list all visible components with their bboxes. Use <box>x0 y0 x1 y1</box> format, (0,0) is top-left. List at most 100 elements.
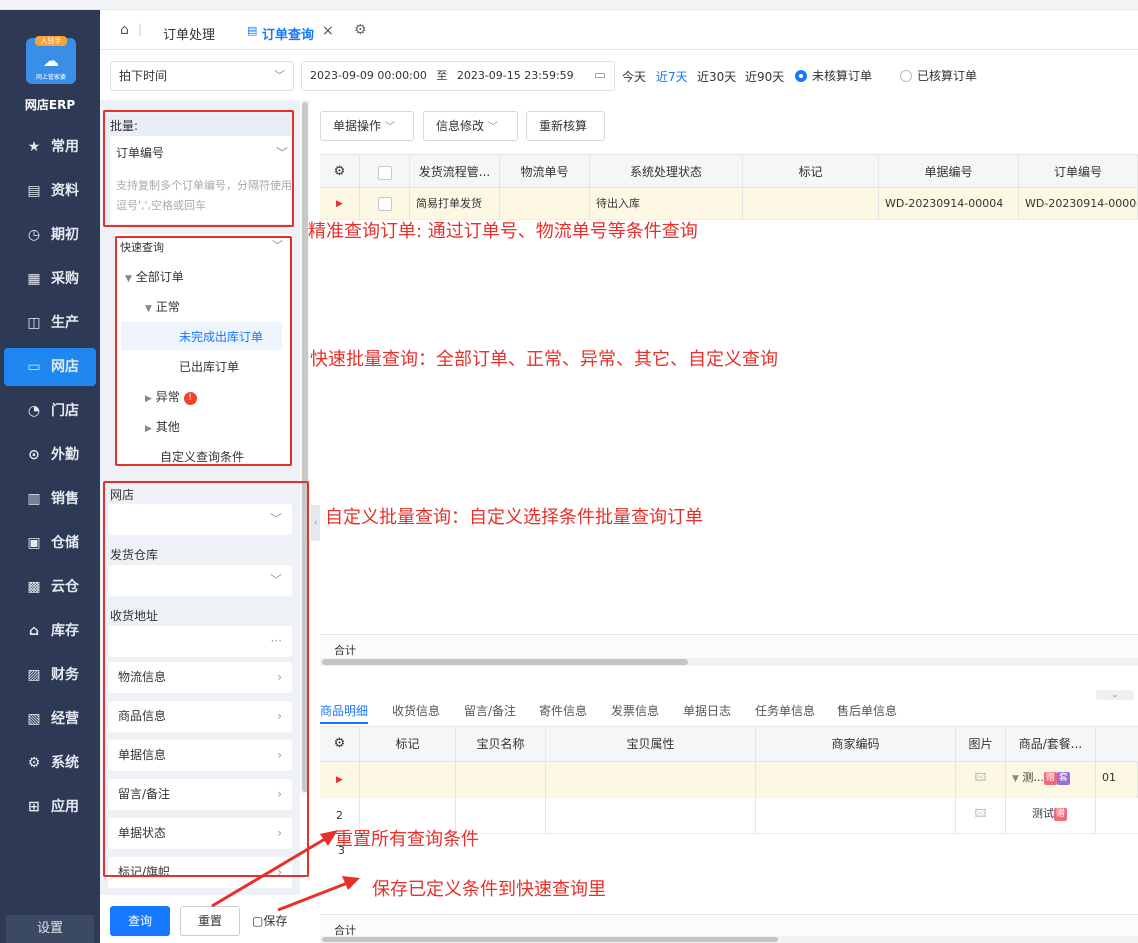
caret-down-icon: ▼ <box>1012 774 1019 784</box>
nav-item-11[interactable]: ⌂ 库存 <box>0 612 100 650</box>
tab-order-processing[interactable]: 订单处理 <box>163 24 215 43</box>
annotation-arrows <box>211 830 360 912</box>
detail-tab-0[interactable]: 商品明细 <box>320 702 368 719</box>
date-start: 2023-09-09 00:00:00 <box>310 69 427 82</box>
tab-order-query[interactable]: 订单查询 <box>262 24 314 43</box>
nav-item-12[interactable]: ▨ 财务 <box>0 656 100 694</box>
detail-tab-6[interactable]: 任务单信息 <box>755 702 815 719</box>
detail-tab-5[interactable]: 单据日志 <box>683 702 731 719</box>
nav-item-14[interactable]: ⚙ 系统 <box>0 744 100 782</box>
quick-today[interactable]: 今天 <box>622 68 646 85</box>
detail-tab-4[interactable]: 发票信息 <box>611 702 659 719</box>
date-range-picker[interactable]: 2023-09-09 00:00:00 至 2023-09-15 23:59:5… <box>301 61 615 91</box>
app-logo: 入驻手 ☁ 网上管家婆 <box>26 36 76 84</box>
detail-tab-1[interactable]: 收货信息 <box>392 702 440 719</box>
column-header[interactable]: 系统处理状态 <box>590 155 743 189</box>
detail-tab-3[interactable]: 寄件信息 <box>539 702 587 719</box>
detail-cell-name <box>456 762 546 798</box>
select-all-checkbox[interactable] <box>360 155 410 189</box>
cell-doc-no: WD-20230914-00004 <box>879 188 1019 220</box>
logo-subtitle: 网上管家婆 <box>35 74 66 81</box>
tab-settings-icon[interactable]: ⚙ <box>354 22 367 38</box>
nav-item-0[interactable]: ★ 常用 <box>0 128 100 166</box>
checkbox-icon <box>377 165 392 180</box>
detail-hscroll-thumb[interactable] <box>322 937 778 942</box>
nav-item-10[interactable]: ▩ 云仓 <box>0 568 100 606</box>
nav-item-label: 常用 <box>51 139 79 155</box>
table-row[interactable]: ▶ 简易打单发货 待出入库 WD-20230914-00004 WD-20230… <box>320 188 1138 220</box>
grid-body-empty <box>320 220 1138 634</box>
column-header[interactable]: 物流单号 <box>500 155 590 189</box>
detail-column-header[interactable]: 商品/套餐... <box>1006 727 1096 762</box>
column-settings-icon[interactable]: ⚙ <box>320 155 360 189</box>
fieldwork-icon: ⊙ <box>28 447 40 463</box>
product-name: 测试 <box>1032 807 1054 820</box>
time-type-value: 拍下时间 <box>119 69 168 83</box>
splitter-toggle[interactable]: ⌄ <box>1096 690 1134 700</box>
nav-item-1[interactable]: ▤ 资料 <box>0 172 100 210</box>
nav-item-3[interactable]: ▦ 采购 <box>0 260 100 298</box>
home-icon[interactable]: ⌂ <box>120 22 129 38</box>
cell-logistics <box>500 188 590 220</box>
row-checkbox[interactable] <box>360 188 410 220</box>
grid-hscroll-thumb[interactable] <box>322 659 688 665</box>
nav-item-4[interactable]: ◫ 生产 <box>0 304 100 342</box>
radio-audited[interactable]: 已核算订单 <box>900 67 977 84</box>
time-type-select[interactable]: 拍下时间 ﹀ <box>110 61 294 91</box>
doc-op-button[interactable]: 单据操作 ﹀ <box>320 111 414 141</box>
tab-close-icon[interactable]: × <box>322 23 334 39</box>
collapse-handle[interactable]: ‹ <box>311 505 320 541</box>
detail-grid-header: ⚙ 标记 宝贝名称 宝贝属性 商家编码 图片 商品/套餐... <box>320 727 1138 762</box>
annotation-quick: 快速批量查询：全部订单、正常、异常、其它、自定义查询 <box>310 349 778 370</box>
quick-7days[interactable]: 近7天 <box>656 68 688 85</box>
nav-item-label: 财务 <box>51 667 79 683</box>
detail-column-header[interactable]: 商家编码 <box>756 727 956 762</box>
column-header[interactable]: 单据编号 <box>879 155 1019 189</box>
gift-badge: 赠 <box>1043 772 1057 785</box>
query-button[interactable]: 查询 <box>110 906 170 936</box>
date-separator: 至 <box>436 69 448 82</box>
nav-item-label: 应用 <box>51 799 79 815</box>
nav-item-label: 库存 <box>51 623 79 639</box>
quick-90days[interactable]: 近90天 <box>745 68 784 85</box>
nav-item-5[interactable]: ▭ 网店 <box>4 348 96 386</box>
annotation-box-custom <box>103 481 309 877</box>
browser-bookmark-bar <box>0 0 1138 10</box>
nav-item-8[interactable]: ▥ 销售 <box>0 480 100 518</box>
tab-bar: ⌂ | 订单处理 ▤ 订单查询 × ⚙ <box>100 10 1138 50</box>
gift-badge: 赠 <box>1054 808 1067 821</box>
cell-flow: 简易打单发货 <box>410 188 500 220</box>
nav-item-label: 经营 <box>51 711 79 727</box>
nav-item-7[interactable]: ⊙ 外勤 <box>0 436 100 474</box>
chevron-down-icon: ﹀ <box>274 69 285 82</box>
image-placeholder-icon: 🖾 <box>956 798 1006 834</box>
column-header[interactable]: 发货流程管... <box>410 155 500 189</box>
pie-icon: ◔ <box>27 403 41 419</box>
detail-column-header[interactable]: 宝贝属性 <box>546 727 756 762</box>
logo-badge: 入驻手 <box>35 36 67 46</box>
detail-tab-7[interactable]: 售后单信息 <box>837 702 897 719</box>
detail-column-settings-icon[interactable]: ⚙ <box>320 727 360 761</box>
nav-item-9[interactable]: ▣ 仓储 <box>0 524 100 562</box>
detail-column-header[interactable]: 图片 <box>956 727 1006 762</box>
detail-row[interactable]: ▶ 🖾 ▼ 测... 赠套 01 <box>320 762 1138 798</box>
detail-column-header[interactable]: 宝贝名称 <box>456 727 546 762</box>
nav-item-6[interactable]: ◔ 门店 <box>0 392 100 430</box>
recalc-button[interactable]: 重新核算 <box>526 111 605 141</box>
detail-tab-2[interactable]: 留言/备注 <box>464 702 516 719</box>
settings-button[interactable]: 设置 <box>6 915 94 943</box>
nav-item-15[interactable]: ⊞ 应用 <box>0 788 100 826</box>
annotation-precise: 精准查询订单: 通过订单号、物流单号等条件查询 <box>308 221 698 242</box>
column-header[interactable]: 订单编号 <box>1019 155 1138 189</box>
nav-item-label: 资料 <box>51 183 79 199</box>
sales-icon: ▥ <box>27 491 41 507</box>
nav-item-13[interactable]: ▧ 经营 <box>0 700 100 738</box>
radio-unaudited[interactable]: 未核算订单 <box>795 67 872 84</box>
nav-item-2[interactable]: ◷ 期初 <box>0 216 100 254</box>
column-header[interactable]: 标记 <box>743 155 879 189</box>
info-edit-button[interactable]: 信息修改 ﹀ <box>423 111 518 141</box>
quick-30days[interactable]: 近30天 <box>697 68 736 85</box>
nav-item-label: 销售 <box>51 491 79 507</box>
radio-audited-label: 已核算订单 <box>917 69 978 83</box>
detail-column-header[interactable]: 标记 <box>360 727 456 762</box>
